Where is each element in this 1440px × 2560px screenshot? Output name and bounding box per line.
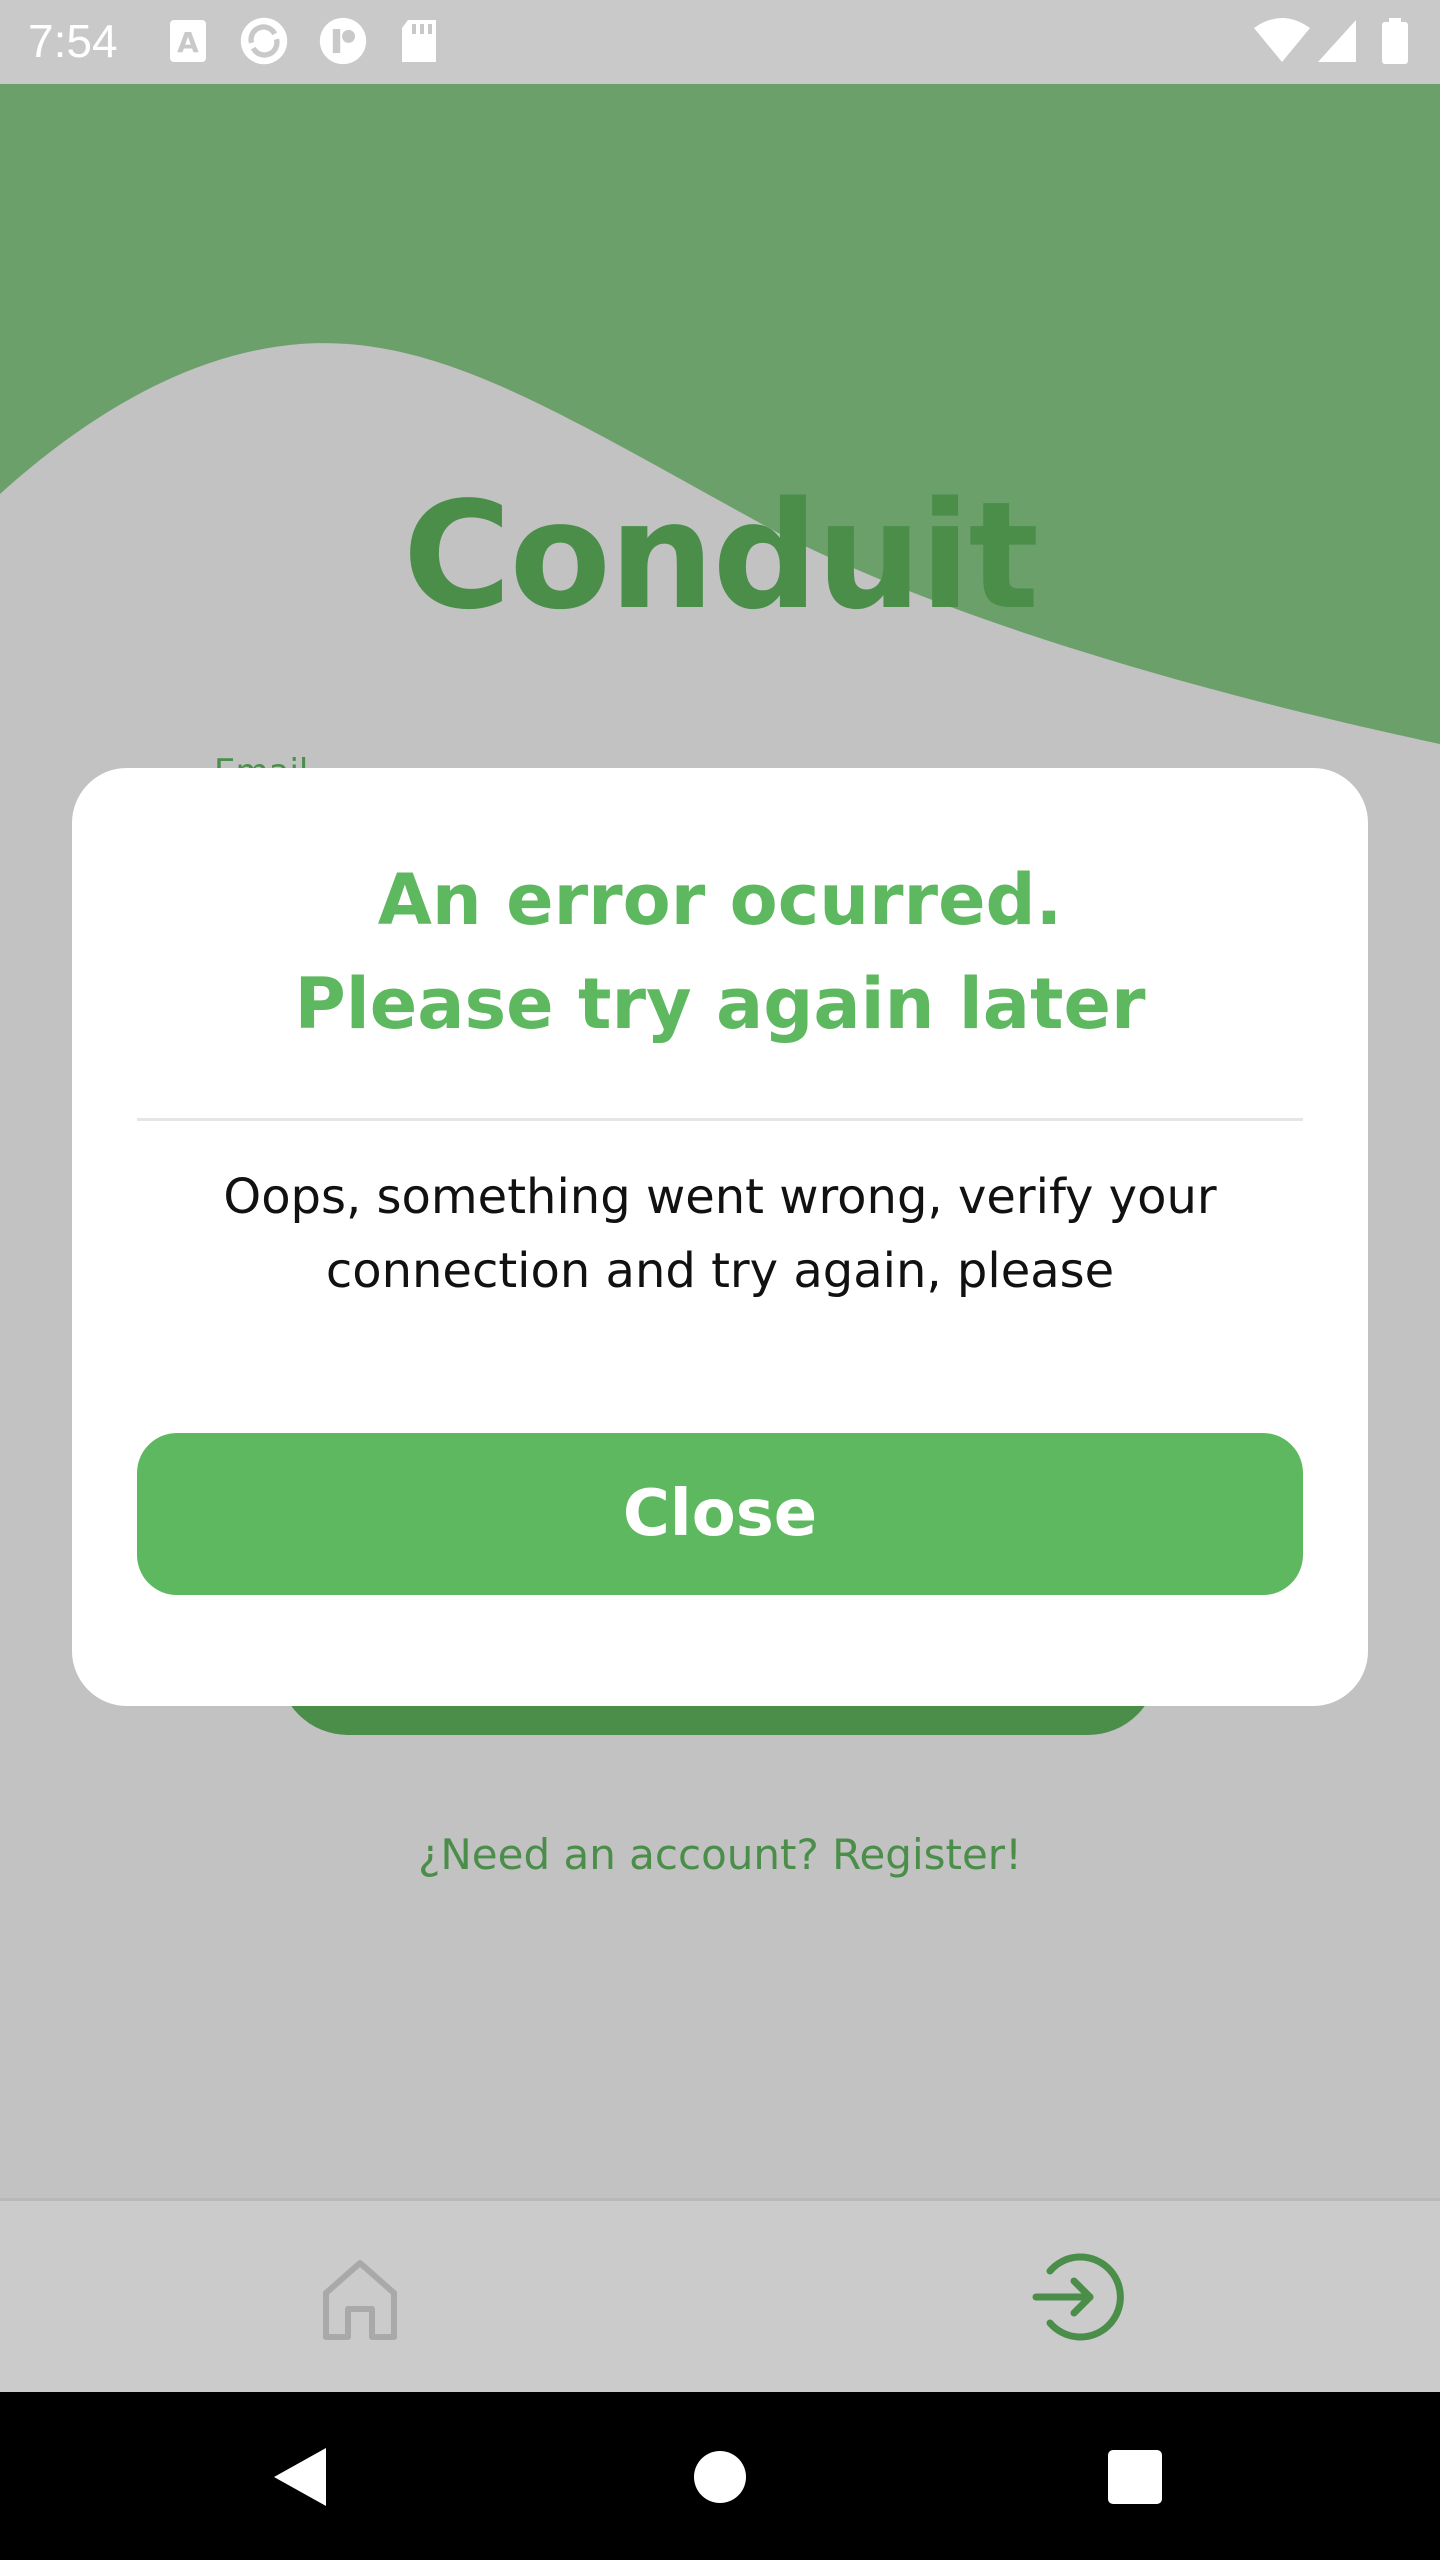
- register-link[interactable]: ¿Need an account? Register!: [0, 1830, 1440, 1879]
- wifi-icon: [1254, 18, 1310, 62]
- home-circle-icon[interactable]: [685, 2442, 755, 2512]
- back-icon[interactable]: [266, 2442, 336, 2512]
- dialog-title-line1: An error ocurred.: [377, 859, 1063, 941]
- status-time: 7:54: [28, 15, 118, 67]
- svg-text:A: A: [177, 26, 199, 59]
- error-dialog: An error ocurred. Please try again later…: [72, 768, 1368, 1706]
- dialog-message: Oops, something went wrong, verify your …: [223, 1169, 1217, 1299]
- header-wave: [0, 84, 1440, 744]
- app-logo-icon: [319, 17, 367, 65]
- dialog-title: An error ocurred. Please try again later: [72, 848, 1368, 1056]
- home-icon[interactable]: [300, 2237, 420, 2357]
- status-bar: 7:54 A: [0, 0, 1440, 84]
- system-nav-bar: [0, 2392, 1440, 2560]
- battery-icon: [1382, 18, 1408, 64]
- bottom-tab-bar: [0, 2198, 1440, 2395]
- sync-app-icon: [240, 17, 288, 65]
- font-a-icon: A: [170, 20, 206, 62]
- sd-card-icon: [402, 20, 436, 62]
- dialog-divider: [137, 1118, 1303, 1121]
- signal-icon: [1318, 20, 1356, 62]
- dialog-title-line2: Please try again later: [294, 963, 1146, 1045]
- login-icon[interactable]: [1020, 2237, 1140, 2357]
- recents-icon[interactable]: [1100, 2442, 1170, 2512]
- app-title: Conduit: [402, 470, 1039, 642]
- close-button[interactable]: Close: [137, 1433, 1303, 1595]
